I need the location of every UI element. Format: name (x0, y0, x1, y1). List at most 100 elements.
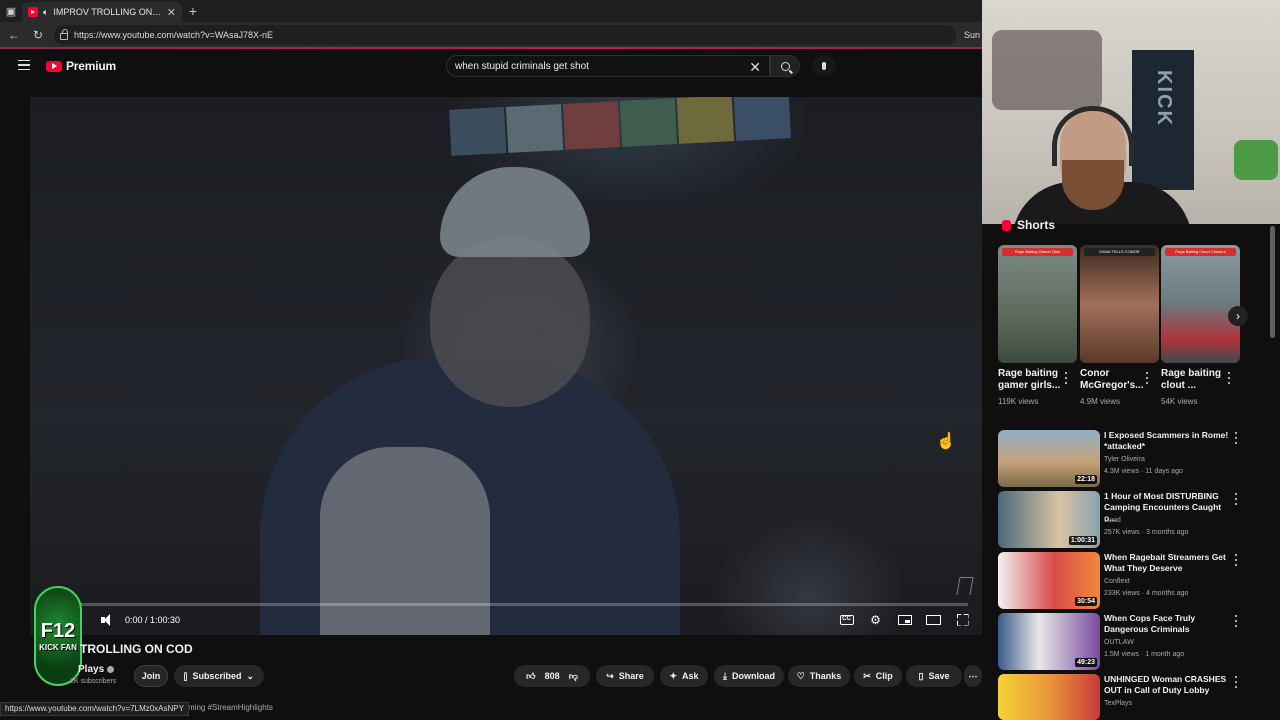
subscribed-label: Subscribed (192, 671, 242, 681)
webcam-plant (1234, 140, 1278, 180)
short-menu-icon[interactable] (1227, 372, 1231, 384)
video-title[interactable]: 1 Hour of Most DISTURBING Camping Encoun… (1104, 491, 1230, 524)
channel-name[interactable]: Conflext (1104, 578, 1130, 585)
clip-button[interactable]: ✂ Clip (854, 665, 902, 687)
video-thumbnail[interactable]: 1:00:31 (998, 491, 1100, 548)
video-thumbnail[interactable]: 30:54 (998, 552, 1100, 609)
subscribed-button[interactable]: Subscribed ⌄ (174, 665, 264, 687)
shorts-label: Shorts (1017, 218, 1056, 232)
url-field[interactable]: https://www.youtube.com/watch?v=WAsaJ78X… (54, 25, 956, 45)
bell-icon (184, 671, 188, 681)
scissors-icon: ✂ (863, 670, 871, 681)
theater-mode-button[interactable] (926, 612, 941, 627)
video-meta: 257K views · 3 months ago (1104, 529, 1189, 536)
recommended-video[interactable]: 49:23 When Cops Face Truly Dangerous Cri… (998, 613, 1246, 671)
description-hashtag[interactable]: ming #StreamHighlights (188, 703, 273, 712)
video-thumbnail[interactable]: 49:23 (998, 613, 1100, 670)
ask-button[interactable]: ✦ Ask (660, 665, 708, 687)
dislike-icon[interactable]: 👎︎ (569, 671, 578, 682)
recommended-video[interactable]: 22:18 I Exposed Scammers in Rome! *attac… (998, 430, 1246, 488)
save-button[interactable]: ▯ Save (906, 665, 962, 687)
video-menu-icon[interactable] (1234, 676, 1238, 688)
video-thumbnail[interactable] (998, 674, 1100, 720)
lock-icon (60, 28, 68, 40)
channel-name[interactable]: TexPlays (1104, 700, 1132, 707)
short-thumbnail[interactable]: DANA TELLS CONOR (1080, 245, 1159, 363)
short-views: 119K views (998, 397, 1039, 406)
sidebar-scrollbar[interactable] (1270, 226, 1275, 338)
like-icon[interactable]: 👍︎ (526, 671, 535, 682)
close-tab-icon[interactable]: ✕ (167, 6, 176, 19)
time-display: 0:00 / 1:00:30 (125, 615, 181, 625)
video-menu-icon[interactable] (1234, 493, 1238, 505)
back-icon[interactable]: ← (6, 27, 22, 43)
menu-icon[interactable] (18, 60, 30, 70)
short-banner: Rage Baiting Cloud Chasers (1165, 248, 1236, 256)
shorts-heading: Shorts (1002, 218, 1055, 232)
recommended-video[interactable]: 30:54 When Ragebait Streamers Get What T… (998, 552, 1246, 610)
download-icon: ⤓ (723, 670, 727, 681)
channel-name[interactable]: Lucid (1104, 517, 1121, 524)
more-actions-button[interactable]: ⋯ (964, 665, 982, 687)
thanks-button[interactable]: ♡ Thanks (788, 665, 850, 687)
workspaces-icon[interactable]: ▣ (0, 0, 22, 22)
clear-search-icon[interactable]: ✕ (749, 59, 761, 76)
short-views: 54K views (1161, 397, 1198, 406)
recommended-video[interactable]: 1:00:31 1 Hour of Most DISTURBING Campin… (998, 491, 1246, 549)
short-menu-icon[interactable] (1064, 372, 1068, 384)
video-thumbnail[interactable]: 22:18 (998, 430, 1100, 487)
chevron-down-icon: ⌄ (246, 670, 254, 681)
recommended-video[interactable]: UNHINGED Woman CRASHES OUT in Call of Du… (998, 674, 1246, 720)
shorts-next-arrow-icon[interactable]: › (1228, 306, 1248, 326)
video-frame-flags (449, 97, 791, 156)
video-menu-icon[interactable] (1234, 432, 1238, 444)
share-button[interactable]: ↪ Share (596, 665, 654, 687)
webcam-kick-banner (1132, 50, 1194, 190)
miniplayer-button[interactable] (897, 612, 912, 627)
short-menu-icon[interactable] (1145, 372, 1149, 384)
youtube-play-icon (46, 60, 62, 72)
short-title[interactable]: Conor McGregor's... (1080, 368, 1152, 392)
stream-badge-logo: F12 KICK FAN (34, 586, 82, 686)
join-button[interactable]: Join (134, 665, 168, 687)
browser-tab-bar: ▣ 🔈︎ IMPROV TROLLING ON COD ✕ + (0, 0, 982, 22)
short-title[interactable]: Rage baiting gamer girls... (998, 368, 1070, 392)
download-label: Download (732, 671, 775, 681)
video-title[interactable]: When Cops Face Truly Dangerous Criminals (1104, 613, 1230, 635)
captions-button[interactable]: CC (839, 612, 854, 627)
speaker-icon[interactable]: 🔈︎ (43, 7, 48, 18)
fullscreen-button[interactable] (955, 612, 970, 627)
reload-icon[interactable]: ↻ (30, 27, 46, 43)
like-dislike-group[interactable]: 👍︎ 808 👎︎ (514, 665, 590, 687)
video-title[interactable]: When Ragebait Streamers Get What They De… (1104, 552, 1230, 574)
video-title[interactable]: I Exposed Scammers in Rome! *attacked* (1104, 430, 1230, 452)
search-button[interactable] (770, 55, 800, 77)
video-player[interactable]: ☝ (30, 97, 982, 635)
video-title[interactable]: UNHINGED Woman CRASHES OUT in Call of Du… (1104, 674, 1230, 696)
settings-gear-icon[interactable]: ⚙ (868, 612, 883, 627)
join-label: Join (141, 671, 161, 681)
video-meta: 4.3M views · 11 days ago (1104, 468, 1183, 475)
video-meta: 1.5M views · 1 month ago (1104, 651, 1185, 658)
player-controls-right: CC ⚙ (839, 612, 970, 627)
short-title[interactable]: Rage baiting clout ... (1161, 368, 1233, 392)
short-thumbnail[interactable]: Rage Baiting Gamer Girls (998, 245, 1077, 363)
voice-search-icon[interactable] (812, 55, 836, 77)
channel-name[interactable]: OUTLAW (1104, 639, 1134, 646)
progress-bar[interactable] (42, 603, 968, 606)
channel-name[interactable]: Plays (78, 664, 115, 675)
short-views: 4.9M views (1080, 397, 1121, 406)
share-icon: ↪ (606, 670, 614, 681)
short-thumbnail[interactable]: Rage Baiting Cloud Chasers (1161, 245, 1240, 363)
clip-label: Clip (875, 671, 893, 681)
new-tab-icon[interactable]: + (182, 3, 204, 19)
badge-line1: F12 (40, 620, 76, 642)
browser-tab[interactable]: 🔈︎ IMPROV TROLLING ON COD ✕ (22, 2, 182, 22)
channel-name[interactable]: Tyler Oliveira (1104, 456, 1145, 463)
download-button[interactable]: ⤓ Download (714, 665, 784, 687)
video-menu-icon[interactable] (1234, 615, 1238, 627)
video-menu-icon[interactable] (1234, 554, 1238, 566)
volume-icon[interactable] (100, 613, 114, 627)
search-input[interactable]: when stupid criminals get shot ✕ (446, 55, 770, 77)
youtube-logo[interactable]: Premium (46, 59, 116, 73)
